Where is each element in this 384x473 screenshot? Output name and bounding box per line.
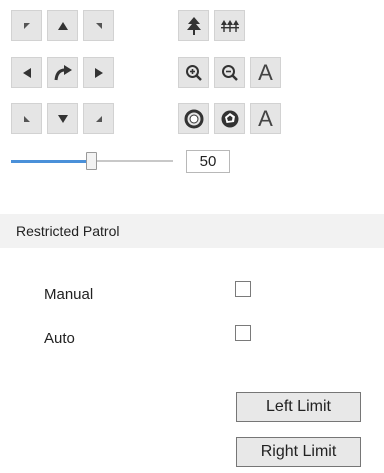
- speed-slider-thumb[interactable]: [86, 152, 97, 170]
- tilt-up-button[interactable]: [47, 10, 78, 41]
- arrow-up-right-icon: [95, 22, 102, 29]
- manual-checkbox[interactable]: [235, 281, 251, 297]
- auto-iris-label: A: [258, 105, 273, 131]
- trees-icon: [220, 19, 239, 32]
- pan-up-right-button[interactable]: [83, 10, 114, 41]
- arrow-right-icon: [94, 67, 103, 78]
- speed-value-box: 50: [186, 150, 230, 173]
- zoom-out-icon: [221, 64, 238, 81]
- pan-up-left-button[interactable]: [11, 10, 42, 41]
- arrow-down-right-icon: [95, 115, 102, 122]
- pan-down-left-button[interactable]: [11, 103, 42, 134]
- auto-focus-label: A: [258, 59, 273, 85]
- right-limit-button[interactable]: Right Limit: [236, 437, 361, 467]
- arrow-up-left-icon: [23, 22, 30, 29]
- iris-close-button[interactable]: [178, 103, 209, 134]
- zoom-out-button[interactable]: [214, 57, 245, 88]
- focus-near-button[interactable]: [178, 10, 209, 41]
- tilt-down-button[interactable]: [47, 103, 78, 134]
- speed-value: 50: [199, 153, 217, 170]
- speed-slider-track[interactable]: [93, 160, 173, 162]
- arrow-left-icon: [22, 67, 31, 78]
- arrow-down-left-icon: [23, 115, 30, 122]
- tree-icon: [186, 16, 201, 35]
- left-limit-button[interactable]: Left Limit: [236, 392, 361, 422]
- manual-label: Manual: [44, 286, 94, 303]
- pan-right-button[interactable]: [83, 57, 114, 88]
- zoom-in-button[interactable]: [178, 57, 209, 88]
- auto-pan-button[interactable]: [47, 57, 78, 88]
- iris-close-icon: [184, 109, 203, 128]
- restricted-patrol-header: Restricted Patrol: [0, 214, 384, 248]
- auto-label: Auto: [44, 330, 75, 347]
- auto-checkbox[interactable]: [235, 325, 251, 341]
- pan-left-button[interactable]: [11, 57, 42, 88]
- restricted-patrol-title: Restricted Patrol: [16, 223, 120, 239]
- zoom-in-icon: [185, 64, 202, 81]
- auto-focus-button[interactable]: A: [250, 57, 281, 88]
- iris-open-button[interactable]: [214, 103, 245, 134]
- auto-iris-button[interactable]: A: [250, 103, 281, 134]
- pan-down-right-button[interactable]: [83, 103, 114, 134]
- arrow-down-icon: [57, 114, 68, 123]
- arrow-up-icon: [57, 21, 68, 30]
- speed-slider-filled: [11, 160, 93, 163]
- iris-open-icon: [221, 110, 238, 127]
- rotate-arrow-icon: [54, 64, 72, 80]
- focus-far-button[interactable]: [214, 10, 245, 41]
